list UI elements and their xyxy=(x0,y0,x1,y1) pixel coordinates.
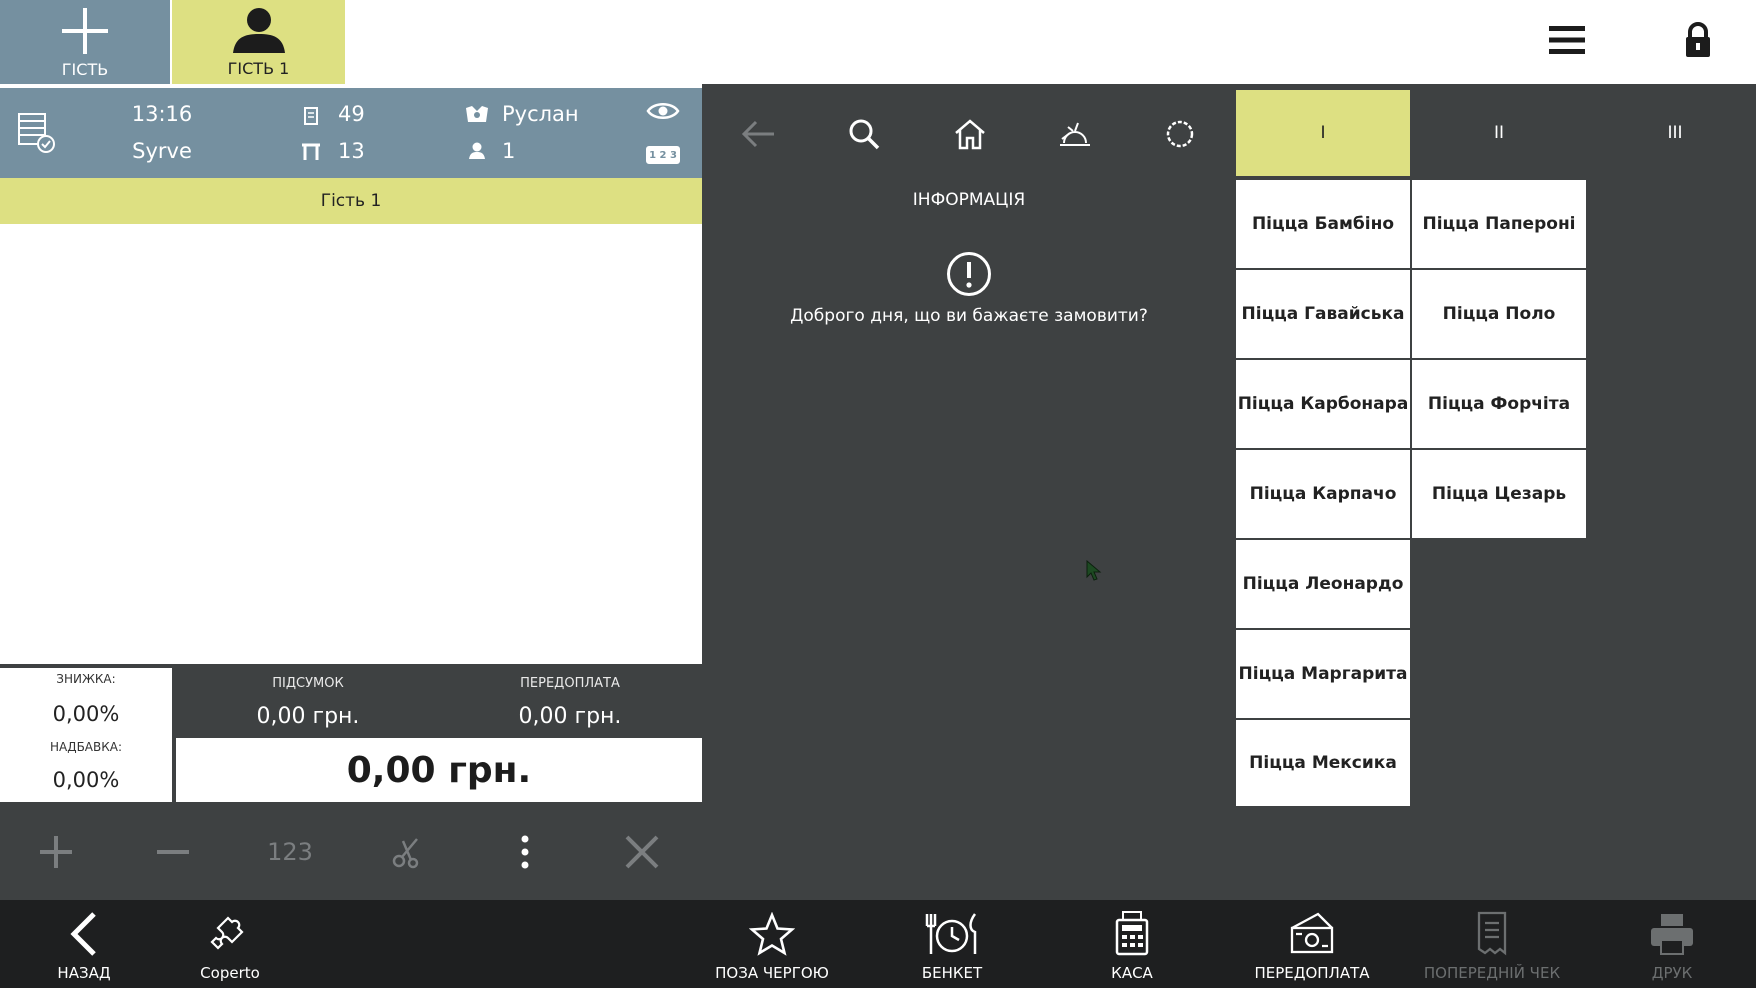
info-message: Доброго дня, що ви бажаєте замовити? xyxy=(790,306,1148,326)
puzzle-icon xyxy=(208,912,252,956)
prepay-label: ПЕРЕДОПЛАТА xyxy=(520,676,620,691)
coperto-button[interactable]: Coperto xyxy=(170,900,290,988)
product-button[interactable]: Піцца Леонардо xyxy=(1236,540,1410,628)
back-label: НАЗАД xyxy=(57,964,111,982)
gear-icon xyxy=(1164,118,1196,150)
guest-tab-1[interactable]: ГІСТЬ 1 xyxy=(172,0,345,84)
discount-label: ЗНИЖКА: xyxy=(56,672,116,686)
product-button[interactable]: Піцца Карпачо xyxy=(1236,450,1410,538)
guest-tab-label: ГІСТЬ 1 xyxy=(227,58,290,78)
discount-box[interactable]: ЗНИЖКА: 0,00% НАДБАВКА: 0,00% xyxy=(0,668,172,802)
minus-qty-button[interactable] xyxy=(128,804,218,900)
print-button[interactable]: ДРУК xyxy=(1602,900,1742,988)
add-guest-tab[interactable]: ГІСТЬ xyxy=(0,0,170,84)
dish-modifiers-button[interactable] xyxy=(1045,106,1105,162)
table-icon xyxy=(300,142,322,162)
category-tab-1[interactable]: I xyxy=(1236,90,1410,176)
subtotal-label: ПІДСУМОК xyxy=(272,676,344,691)
star-icon xyxy=(749,912,795,956)
mouse-cursor-icon xyxy=(1086,560,1102,582)
delete-button[interactable] xyxy=(597,804,687,900)
numpad-badge[interactable]: 1 2 3 xyxy=(646,146,680,164)
coperto-label: Coperto xyxy=(200,964,260,982)
more-options-button[interactable] xyxy=(480,804,570,900)
minus-icon xyxy=(155,834,191,870)
restaurant-name: Syrve xyxy=(132,139,192,163)
chevron-left-icon xyxy=(70,912,98,956)
table-number: 13 xyxy=(338,139,365,163)
product-button[interactable]: Піцца Карбонара xyxy=(1236,360,1410,448)
prepay-value: 0,00 грн. xyxy=(518,704,622,729)
receipt-icon xyxy=(1476,910,1508,956)
product-button[interactable]: Піцца Папероні xyxy=(1412,180,1586,268)
waiter-name: Руслан xyxy=(502,102,579,126)
guests-count: 1 xyxy=(502,139,516,163)
info-title: ІНФОРМАЦІЯ xyxy=(912,190,1026,210)
cash-register-button[interactable]: КАСА xyxy=(1062,900,1202,988)
hamburger-menu-icon[interactable] xyxy=(1540,16,1594,64)
surcharge-label: НАДБАВКА: xyxy=(49,740,123,754)
waiter-service-icon xyxy=(1058,119,1092,149)
search-button[interactable] xyxy=(834,106,894,162)
prepayment-button[interactable]: ПЕРЕДОПЛАТА xyxy=(1242,900,1382,988)
printer-icon xyxy=(1649,912,1695,956)
order-time: 13:16 xyxy=(131,102,193,126)
category-tab-3[interactable]: III xyxy=(1588,90,1756,176)
order-number-icon xyxy=(302,106,320,126)
waiter-icon xyxy=(464,104,490,124)
plus-icon xyxy=(60,6,110,56)
arrow-left-icon xyxy=(740,120,776,148)
calculator-icon xyxy=(1115,910,1149,956)
money-stack-icon xyxy=(1288,910,1336,956)
prepayment-label: ПЕРЕДОПЛАТА xyxy=(1254,964,1370,982)
add-guest-label: ГІСТЬ xyxy=(61,59,109,79)
out-of-turn-button[interactable]: ПОЗА ЧЕРГОЮ xyxy=(702,900,842,988)
back-button[interactable]: НАЗАД xyxy=(24,900,144,988)
more-vertical-icon xyxy=(520,835,530,869)
lock-icon[interactable] xyxy=(1672,16,1724,64)
product-button[interactable]: Піцца Цезарь xyxy=(1412,450,1586,538)
settings-button[interactable] xyxy=(1150,106,1210,162)
category-tab-2[interactable]: II xyxy=(1412,90,1586,176)
split-button[interactable] xyxy=(363,804,453,900)
back-arrow-button[interactable] xyxy=(728,106,788,162)
product-button[interactable]: Піцца Гавайська xyxy=(1236,270,1410,358)
banquet-label: БЕНКЕТ xyxy=(921,964,983,982)
order-number: 49 xyxy=(338,102,365,126)
home-button[interactable] xyxy=(940,106,1000,162)
order-header: 13:16 Syrve 49 13 Руслан 1 1 2 3 xyxy=(0,88,702,178)
out-of-turn-label: ПОЗА ЧЕРГОЮ xyxy=(715,964,829,982)
precheck-label: ПОПЕРЕДНІЙ ЧЕК xyxy=(1423,964,1561,982)
surcharge-value: 0,00% xyxy=(52,768,120,792)
cash-label: КАСА xyxy=(1111,964,1153,982)
subtotal-value: 0,00 грн. xyxy=(256,704,360,729)
order-checklist-icon[interactable] xyxy=(14,110,58,156)
guests-icon xyxy=(468,142,486,160)
guest-strip[interactable]: Гість 1 xyxy=(0,178,702,224)
eye-icon[interactable] xyxy=(646,100,680,122)
grand-total: 0,00 грн. xyxy=(176,738,702,802)
home-icon xyxy=(953,118,987,150)
exclamation-icon xyxy=(945,250,993,298)
product-button[interactable]: Піцца Мексика xyxy=(1236,720,1410,806)
search-icon xyxy=(848,118,880,150)
close-icon xyxy=(624,834,660,870)
product-button[interactable]: Піцца Маргарита xyxy=(1236,630,1410,718)
scissors-icon xyxy=(391,835,425,869)
discount-value: 0,00% xyxy=(52,702,120,726)
product-button[interactable]: Піцца Бамбіно xyxy=(1236,180,1410,268)
banquet-button[interactable]: БЕНКЕТ xyxy=(882,900,1022,988)
add-qty-button[interactable] xyxy=(11,804,101,900)
quantity-button[interactable]: 123 xyxy=(245,804,335,900)
precheck-button[interactable]: ПОПЕРЕДНІЙ ЧЕК xyxy=(1422,900,1562,988)
print-label: ДРУК xyxy=(1651,964,1693,982)
person-icon xyxy=(229,7,289,55)
plus-icon xyxy=(38,834,74,870)
dining-clock-icon xyxy=(921,910,983,956)
product-button[interactable]: Піцца Поло xyxy=(1412,270,1586,358)
order-items-list[interactable] xyxy=(0,224,702,664)
product-button[interactable]: Піцца Форчіта xyxy=(1412,360,1586,448)
